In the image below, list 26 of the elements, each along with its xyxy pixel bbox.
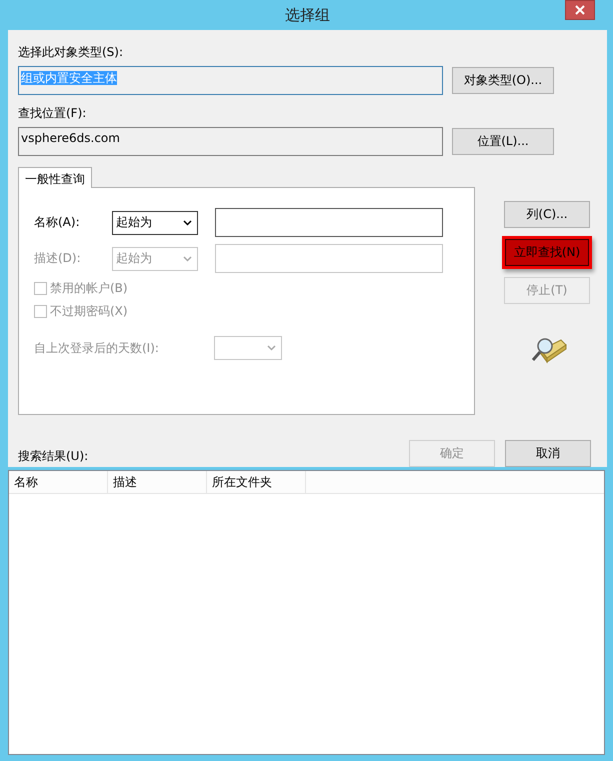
results-label: 搜索结果(U): <box>18 448 88 465</box>
close-icon <box>575 5 585 15</box>
column-header[interactable]: 名称 <box>9 471 108 493</box>
locations-button[interactable]: 位置(L)... <box>452 128 554 155</box>
chevron-down-icon <box>183 256 192 262</box>
side-button[interactable]: 列(C)... <box>504 201 590 228</box>
search-text-field[interactable] <box>215 208 443 237</box>
checkbox-label: 禁用的帐户(B) <box>50 280 128 297</box>
field-label: 名称(A): <box>34 214 81 231</box>
chevron-down-icon <box>266 345 276 351</box>
field-label: 自上次登录后的天数(I): <box>34 340 159 356</box>
checkbox-label: 不过期密码(X) <box>50 303 128 320</box>
close-button[interactable] <box>565 0 595 20</box>
window-title: 选择组 <box>285 6 330 24</box>
magnifier-over-box-icon <box>531 336 567 364</box>
column-header[interactable]: 所在文件夹 <box>207 471 306 493</box>
field-label: 描述(D): <box>34 250 82 267</box>
chevron-down-icon <box>183 220 192 226</box>
operator-dropdown[interactable]: 起始为 <box>112 210 198 234</box>
object-types-button[interactable]: 对象类型(O)... <box>452 67 554 94</box>
column-header[interactable]: 描述 <box>108 471 207 493</box>
tab[interactable]: 一般性查询 <box>18 167 92 188</box>
field-label: 查找位置(F): <box>18 105 88 122</box>
location-field[interactable]: vsphere6ds.com <box>18 127 443 156</box>
field-label: 选择此对象类型(S): <box>18 44 124 61</box>
dialog-button[interactable]: 取消 <box>505 440 591 467</box>
